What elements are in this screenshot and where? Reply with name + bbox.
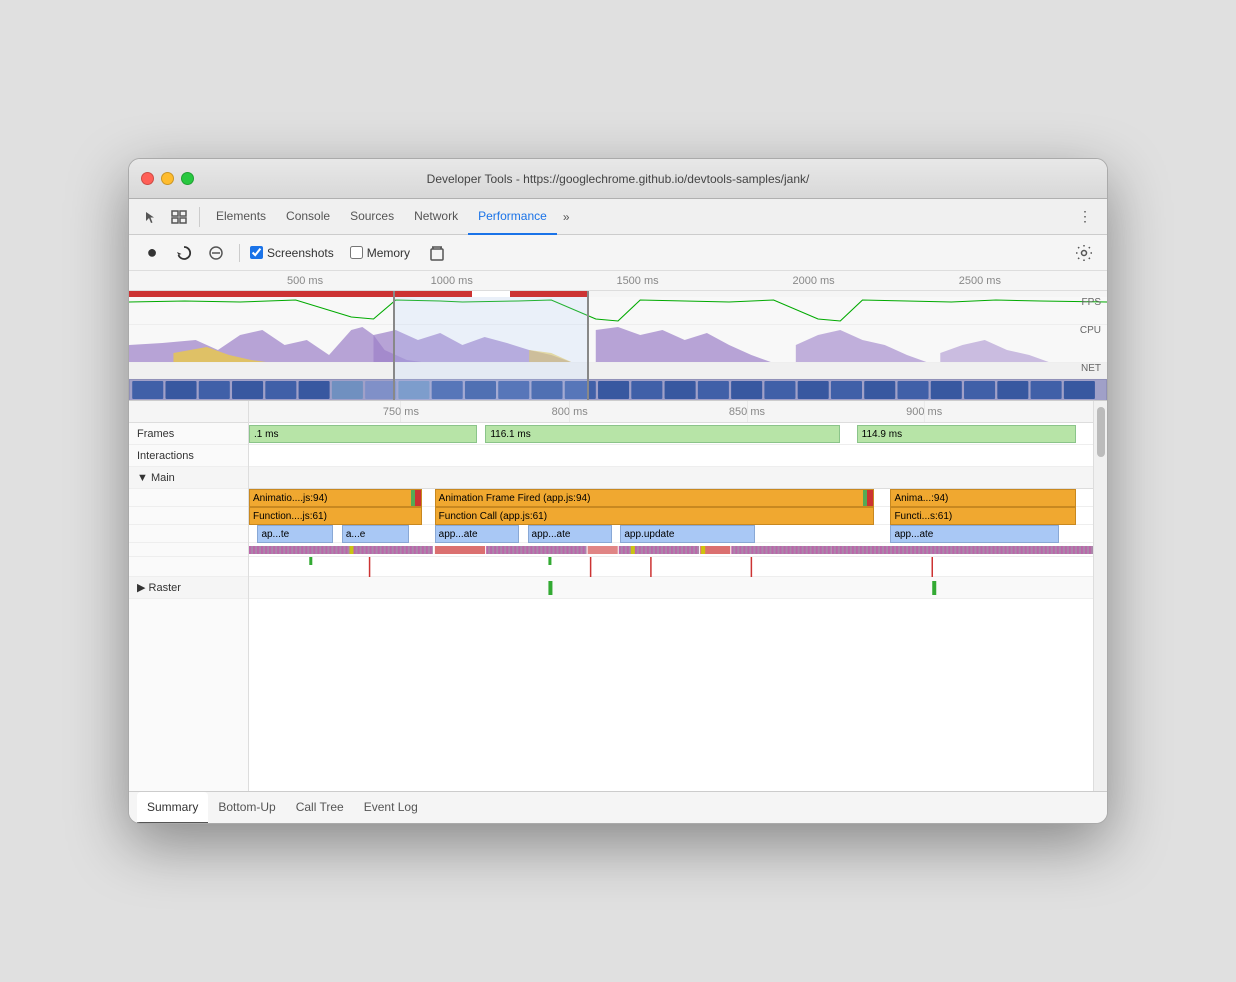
screenshots-checkbox[interactable] (250, 246, 263, 259)
tab-sources[interactable]: Sources (340, 199, 404, 235)
flame-block-func-3[interactable]: Functi...s:61) (890, 507, 1076, 525)
tab-network[interactable]: Network (404, 199, 468, 235)
flame-block-update-1[interactable]: ap...te (257, 525, 333, 543)
minimize-button[interactable] (161, 172, 174, 185)
detail-ruler-750: 750 ms (383, 406, 419, 418)
memory-checkbox-group: Memory (350, 246, 410, 260)
timeline-overview[interactable]: 500 ms 1000 ms 1500 ms 2000 ms 2500 ms F… (129, 271, 1107, 401)
flame-row-stripes (249, 543, 1093, 557)
scrollbar[interactable] (1093, 401, 1107, 791)
detail-ruler-800: 800 ms (552, 406, 588, 418)
detail-ruler: 750 ms 800 ms 850 ms 900 ms (249, 401, 1093, 423)
tab-call-tree[interactable]: Call Tree (286, 792, 354, 824)
flame-row-update: ap...te a...e app...ate app...ate app.up… (249, 525, 1093, 543)
flame-block-update-5[interactable]: app.update (620, 525, 755, 543)
flame-row-markers (249, 557, 1093, 577)
devtools-menu-icon[interactable]: ⋮ (1071, 203, 1099, 231)
flame-row-label-3 (129, 525, 248, 543)
tab-bottom-up[interactable]: Bottom-Up (208, 792, 285, 824)
perf-toolbar: ● Screenshots Memory (129, 235, 1107, 271)
toolbar-divider (239, 244, 240, 262)
flame-row-label-2 (129, 507, 248, 525)
flame-block-func-1[interactable]: Function....js:61) (249, 507, 422, 525)
net-label: NET (1081, 363, 1101, 374)
trash-button[interactable] (424, 240, 450, 266)
inspect-icon[interactable] (165, 203, 193, 231)
flame-row-label-5 (129, 557, 248, 577)
tab-console[interactable]: Console (276, 199, 340, 235)
cpu-label: CPU (1080, 325, 1101, 336)
flame-block-update-4[interactable]: app...ate (528, 525, 612, 543)
settings-button[interactable] (1071, 240, 1097, 266)
screenshots-label[interactable]: Screenshots (267, 246, 334, 260)
frames-label: Frames (129, 423, 248, 445)
traffic-lights (141, 172, 194, 185)
flame-block-update-6[interactable]: app...ate (890, 525, 1059, 543)
ruler-mark-2000: 2000 ms (792, 275, 834, 287)
flame-row-label-4 (129, 543, 248, 557)
scroll-thumb[interactable] (1097, 407, 1105, 457)
detail-ruler-850: 850 ms (729, 406, 765, 418)
maximize-button[interactable] (181, 172, 194, 185)
frames-row: .1 ms 116.1 ms 114.9 ms (249, 423, 1093, 445)
tab-elements[interactable]: Elements (206, 199, 276, 235)
screenshots-checkbox-group: Screenshots (250, 246, 334, 260)
reload-record-button[interactable] (171, 240, 197, 266)
bottom-tabs: Summary Bottom-Up Call Tree Event Log (129, 791, 1107, 823)
interactions-row (249, 445, 1093, 467)
flame-row-animation: Animatio....js:94) Animation Frame Fired… (249, 489, 1093, 507)
ruler-mark-1500: 1500 ms (616, 275, 658, 287)
title-bar: Developer Tools - https://googlechrome.g… (129, 159, 1107, 199)
flame-chart-labels: Frames Interactions ▼ Main ▶ Raster (129, 401, 249, 791)
overview-ruler: 500 ms 1000 ms 1500 ms 2000 ms 2500 ms (129, 271, 1107, 291)
raster-row (249, 577, 1093, 599)
devtools-tab-bar: Elements Console Sources Network Perform… (129, 199, 1107, 235)
interactions-label: Interactions (129, 445, 248, 467)
raster-label[interactable]: ▶ Raster (129, 577, 248, 599)
close-button[interactable] (141, 172, 154, 185)
main-label[interactable]: ▼ Main (129, 467, 248, 489)
tab-more-button[interactable]: » (557, 210, 576, 224)
flame-block-anim-3[interactable]: Anima...:94) (890, 489, 1076, 507)
clear-button[interactable] (203, 240, 229, 266)
pointer-icon[interactable] (137, 203, 165, 231)
flame-block-update-3[interactable]: app...ate (435, 525, 519, 543)
frame-block-3: 114.9 ms (857, 425, 1076, 443)
flame-row-label-1 (129, 489, 248, 507)
frame-block-1: .1 ms (249, 425, 477, 443)
window-title: Developer Tools - https://googlechrome.g… (427, 172, 810, 186)
devtools-window: Developer Tools - https://googlechrome.g… (128, 158, 1108, 824)
flame-block-update-2[interactable]: a...e (342, 525, 410, 543)
memory-label[interactable]: Memory (367, 246, 410, 260)
flame-block-anim-1[interactable]: Animatio....js:94) (249, 489, 422, 507)
ruler-mark-2500: 2500 ms (959, 275, 1001, 287)
main-section-header (249, 467, 1093, 489)
flame-block-anim-2[interactable]: Animation Frame Fired (app.js:94) (435, 489, 874, 507)
ruler-mark-1000: 1000 ms (431, 275, 473, 287)
frame-block-2: 116.1 ms (485, 425, 839, 443)
tab-divider-1 (199, 207, 200, 227)
tab-event-log[interactable]: Event Log (354, 792, 428, 824)
flame-chart-tracks: 750 ms 800 ms 850 ms 900 ms .1 ms (249, 401, 1093, 791)
tab-performance[interactable]: Performance (468, 199, 557, 235)
flame-block-func-2[interactable]: Function Call (app.js:61) (435, 507, 874, 525)
memory-checkbox[interactable] (350, 246, 363, 259)
flame-row-function: Function....js:61) Function Call (app.js… (249, 507, 1093, 525)
record-button[interactable]: ● (139, 240, 165, 266)
ruler-mark-500: 500 ms (287, 275, 323, 287)
fps-label: FPS (1082, 297, 1101, 308)
detail-ruler-900: 900 ms (906, 406, 942, 418)
tab-summary[interactable]: Summary (137, 792, 208, 824)
